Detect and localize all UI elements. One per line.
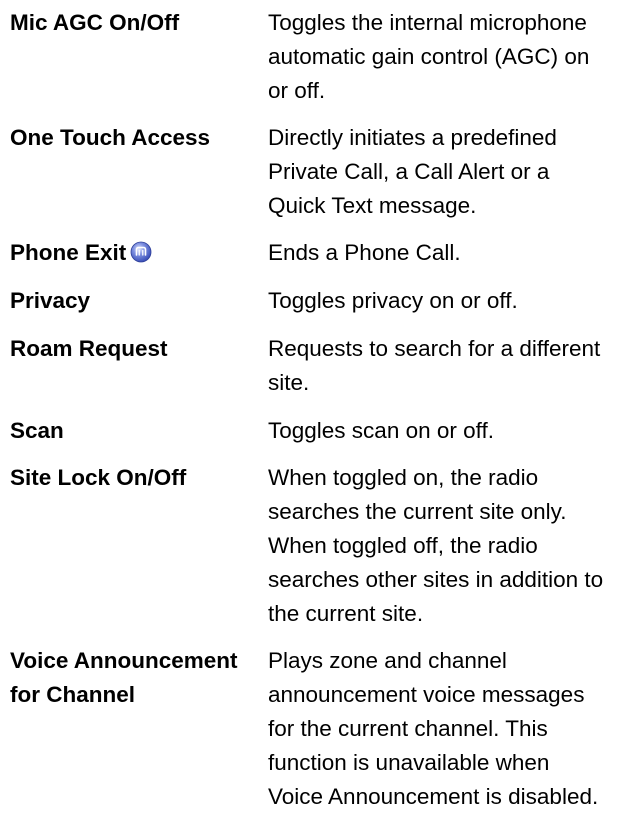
definition-row-privacy: Privacy Toggles privacy on or off. <box>10 284 610 318</box>
definition-row-phone-exit: Phone Exit Ends a Phone Call. <box>10 236 610 270</box>
term-description: Toggles scan on or off. <box>268 418 494 443</box>
term-label: Scan <box>10 418 64 443</box>
term-label: Mic AGC On/Off <box>10 10 180 35</box>
definition-row-site-lock: Site Lock On/Off When toggled on, the ra… <box>10 461 610 631</box>
term-description: When toggled on, the radio searches the … <box>268 465 604 626</box>
definition-row-roam-request: Roam Request Requests to search for a di… <box>10 332 610 400</box>
term-description: Directly initiates a predefined Private … <box>268 125 557 218</box>
definition-row-scan: Scan Toggles scan on or off. <box>10 414 610 448</box>
term-label: Voice Announcement for Channel <box>10 648 238 707</box>
term-description: Requests to search for a different site. <box>268 336 601 395</box>
term-description: Toggles privacy on or off. <box>268 288 518 313</box>
definition-row-mic-agc: Mic AGC On/Off Toggles the internal micr… <box>10 6 610 108</box>
term-cell: Phone Exit <box>10 236 268 270</box>
term-label: One Touch Access <box>10 125 211 150</box>
phone-exit-button-icon <box>130 239 152 263</box>
term-description: Ends a Phone Call. <box>268 240 461 265</box>
term-label: Roam Request <box>10 336 168 361</box>
function-definition-table: Mic AGC On/Off Toggles the internal micr… <box>10 6 610 814</box>
term-label: Privacy <box>10 288 91 313</box>
term-label: Phone Exit <box>10 240 127 265</box>
definition-row-one-touch-access: One Touch Access Directly initiates a pr… <box>10 121 610 223</box>
term-label: Site Lock On/Off <box>10 465 187 490</box>
definition-row-voice-announcement: Voice Announcement for Channel Plays zon… <box>10 644 610 814</box>
term-description: Toggles the internal microphone automati… <box>268 10 590 103</box>
term-description: Plays zone and channel announcement voic… <box>268 648 599 809</box>
